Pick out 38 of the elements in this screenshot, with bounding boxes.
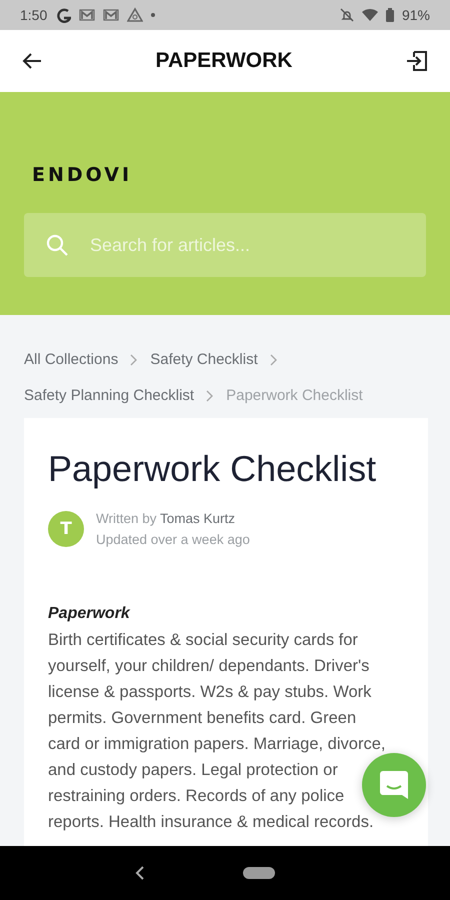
author-byline: Written by Tomas Kurtz [96, 510, 236, 528]
back-nav-icon[interactable] [135, 866, 145, 880]
battery-level: 91% [402, 7, 430, 23]
breadcrumb-link[interactable]: All Collections [24, 351, 118, 368]
search-field[interactable]: Search for articles... [24, 213, 426, 277]
status-time: 1:50 [20, 7, 48, 23]
body-text-line: and custody papers. Legal protection or [48, 761, 338, 779]
triangle-icon [127, 7, 144, 23]
battery-icon [386, 8, 394, 22]
dot-icon [151, 13, 156, 17]
g-letter-icon [55, 7, 72, 23]
body-text-line: card or immigration papers. Marriage, divorce, [48, 735, 386, 753]
home-pill-icon[interactable] [243, 867, 275, 879]
body-text-line: license & passports. W2s & pay stubs. Work [48, 683, 372, 701]
mail-icon [103, 7, 120, 23]
mail-icon [79, 7, 96, 23]
chevron-right-icon [206, 390, 214, 402]
sign-in-icon[interactable] [406, 50, 428, 72]
breadcrumb-link[interactable]: Safety Planning Checklist [24, 387, 194, 404]
breadcrumb-current: Paperwork Checklist [226, 387, 363, 404]
body-text-line: restraining orders. Records of any police [48, 787, 344, 805]
section-heading: Paperwork [48, 605, 132, 623]
chevron-right-icon [130, 354, 138, 366]
screen-title: PAPERWORK [156, 49, 292, 73]
body-text-line: reports. Health insurance & medical records. [48, 813, 374, 831]
chevron-right-icon [270, 354, 278, 366]
wifi-icon [362, 8, 378, 22]
breadcrumb-link[interactable]: Safety Checklist [150, 351, 258, 368]
back-arrow-icon[interactable] [22, 52, 42, 70]
author-avatar: T [48, 511, 84, 547]
body-text-line: yourself, your children/ dependants. Driver's [48, 657, 370, 675]
article-title: Paperwork Checklist [48, 448, 378, 490]
chat-icon [379, 770, 409, 800]
updated-text: Updated over a week ago [96, 531, 250, 549]
body-text-line: permits. Government benefits card. Green [48, 709, 356, 727]
mute-icon [340, 8, 354, 22]
body-text-line: Birth certificates & social security cards for [48, 631, 358, 649]
logo: ENDOVI [32, 164, 132, 186]
